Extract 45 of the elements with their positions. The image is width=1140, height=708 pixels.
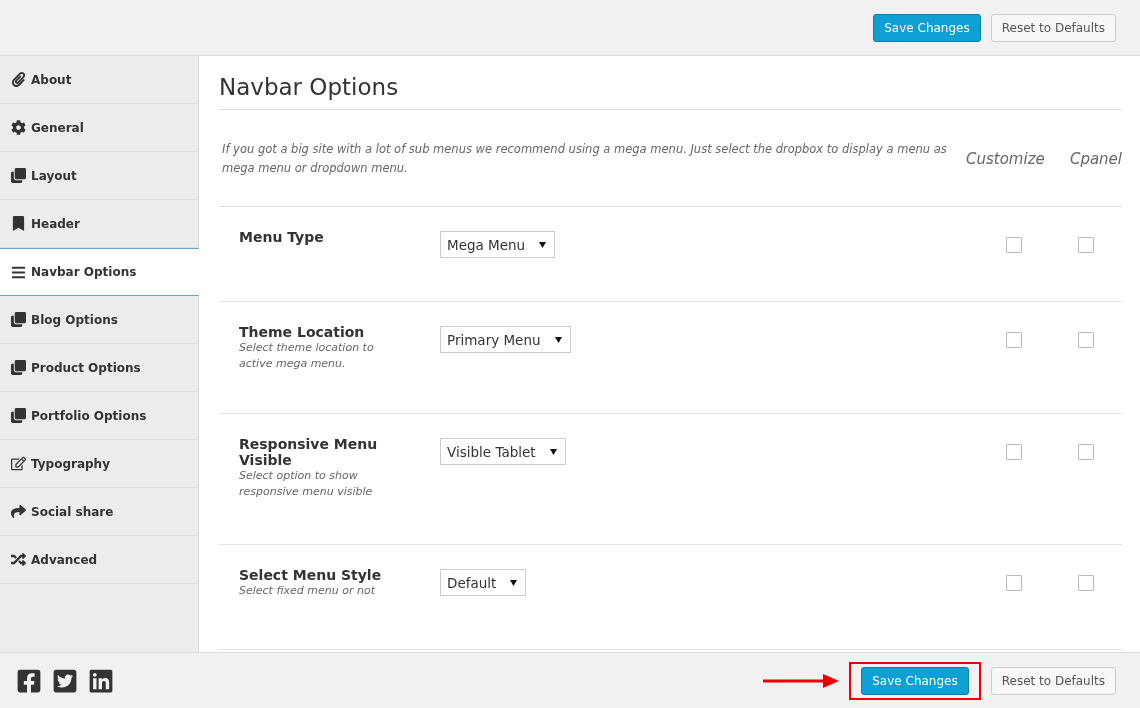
- option-description: Select theme location to active mega menu.: [239, 340, 375, 372]
- option-label: Menu Type: [239, 229, 325, 245]
- facebook-icon[interactable]: [16, 667, 42, 694]
- edit-icon: [11, 456, 26, 471]
- arrow-icon: [763, 673, 840, 688]
- gear-icon: [11, 120, 26, 135]
- checkbox[interactable]: [1006, 332, 1022, 348]
- column-heading: Cpanel: [1068, 150, 1122, 168]
- option-label: Select Menu Style: [239, 567, 383, 583]
- dropdown-select[interactable]: Primary Menu: [440, 326, 571, 353]
- checkbox[interactable]: [1078, 444, 1094, 460]
- page-title: Navbar Options: [219, 68, 1122, 110]
- dropdown-select[interactable]: Visible Tablet: [440, 438, 566, 465]
- checkbox[interactable]: [1006, 237, 1022, 253]
- option-description: Select option to show responsive menu visible: [239, 468, 374, 500]
- dropdown-select[interactable]: Default: [440, 569, 527, 596]
- menu-icon: [11, 264, 26, 280]
- caret-icon: [510, 579, 518, 586]
- intro-text: If you got a big site with a lot of sub menus we recommend using a mega menu. Just select the dropbox to display a menu as mega menu or dropdown menu.: [222, 141, 948, 177]
- share-icon: [11, 504, 26, 519]
- copy-icon: [11, 168, 26, 183]
- option-description: Select fixed menu or not: [239, 583, 377, 599]
- copy-icon: [11, 360, 26, 375]
- caret-icon: [539, 241, 547, 248]
- checkbox[interactable]: [1078, 575, 1094, 591]
- column-heading: Customize: [966, 150, 1044, 168]
- checkbox[interactable]: [1006, 444, 1022, 460]
- option-label: Theme Location: [239, 324, 366, 340]
- shuffle-icon: [11, 552, 26, 567]
- bookmark-icon: [11, 216, 26, 231]
- caret-icon: [554, 336, 562, 343]
- linkedin-icon[interactable]: [88, 667, 114, 694]
- option-label: Responsive Menu Visible: [239, 436, 379, 468]
- dropdown-select[interactable]: Mega Menu: [440, 231, 556, 258]
- caret-icon: [549, 448, 557, 455]
- paperclip-icon: [11, 72, 26, 87]
- copy-icon: [11, 312, 26, 327]
- sidebar-item[interactable]: Navbar Options: [0, 248, 200, 296]
- checkbox[interactable]: [1078, 237, 1094, 253]
- reset-to-defaults-button[interactable]: Reset to Defaults: [990, 666, 1116, 695]
- checkbox[interactable]: [1006, 575, 1022, 591]
- reset-to-defaults-button[interactable]: Reset to Defaults: [990, 13, 1116, 42]
- copy-icon: [11, 408, 26, 423]
- twitter-icon[interactable]: [52, 667, 78, 694]
- checkbox[interactable]: [1078, 332, 1094, 348]
